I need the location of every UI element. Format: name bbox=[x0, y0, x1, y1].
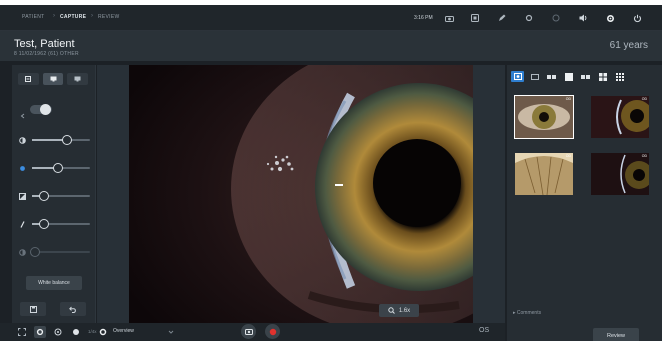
device-icon[interactable] bbox=[468, 11, 482, 25]
eye-badge: OD bbox=[565, 154, 571, 158]
slider-knob[interactable] bbox=[38, 219, 49, 229]
comments-label: Comments bbox=[516, 310, 542, 316]
zoom-level-text: 1.6x bbox=[398, 307, 411, 314]
record-mode-icon[interactable] bbox=[70, 326, 82, 338]
toggle-knob bbox=[40, 104, 51, 115]
eye-thumbnail bbox=[591, 96, 649, 138]
monitor-icon[interactable] bbox=[42, 73, 64, 85]
zoom-icon bbox=[388, 307, 395, 314]
auto-toggle[interactable] bbox=[30, 104, 52, 115]
slider-track bbox=[32, 219, 90, 229]
capture-mode-selector bbox=[18, 73, 89, 85]
dual-view-icon[interactable] bbox=[545, 71, 558, 82]
comments-section[interactable]: ▸ Comments bbox=[513, 310, 541, 316]
slider-knob[interactable] bbox=[53, 163, 64, 173]
slider-track bbox=[32, 163, 90, 173]
undo-icon[interactable] bbox=[60, 302, 86, 316]
four-up-icon[interactable] bbox=[596, 71, 609, 82]
clock-time: 3:16 PM bbox=[414, 15, 433, 21]
thumbnail-2[interactable]: OD bbox=[591, 96, 649, 138]
zoom-level-badge[interactable]: 1.6x bbox=[379, 304, 419, 317]
camera-icon[interactable] bbox=[442, 11, 456, 25]
slider-track bbox=[29, 247, 90, 257]
review-button[interactable]: Review bbox=[593, 328, 639, 341]
gear-icon[interactable] bbox=[97, 326, 109, 338]
white-balance-button[interactable]: White balance bbox=[26, 276, 82, 290]
filter-icon bbox=[18, 192, 26, 200]
fullscreen-icon[interactable] bbox=[16, 326, 28, 338]
captured-images-panel: OD OD OD OD ▸ Comments Review bbox=[507, 65, 662, 341]
eye-badge: OD bbox=[641, 97, 647, 101]
live-eye-image[interactable] bbox=[129, 65, 473, 323]
minus-icon[interactable] bbox=[18, 73, 39, 85]
save-icon[interactable] bbox=[20, 302, 46, 316]
thumbnail-3[interactable]: OD bbox=[515, 153, 573, 195]
patient-age: 61 years bbox=[609, 40, 648, 51]
diffuser-icon bbox=[18, 164, 26, 172]
breadcrumb-patient[interactable]: PATIENT bbox=[22, 14, 44, 20]
eye-badge: OD bbox=[641, 154, 647, 158]
filter-slider[interactable] bbox=[18, 190, 92, 202]
eye-image bbox=[129, 65, 473, 323]
preset-dropdown[interactable]: Overview bbox=[113, 328, 134, 334]
gear-icon[interactable] bbox=[603, 11, 617, 25]
camera-controls-panel: White balance bbox=[12, 65, 96, 323]
pen-icon[interactable] bbox=[495, 11, 509, 25]
two-up-icon[interactable] bbox=[579, 71, 592, 82]
power-icon[interactable] bbox=[630, 11, 644, 25]
slit-slider[interactable] bbox=[18, 218, 92, 230]
patient-name: Test, Patient bbox=[14, 38, 75, 50]
record-button[interactable] bbox=[265, 324, 280, 339]
contrast-icon bbox=[18, 248, 26, 256]
slider-knob[interactable] bbox=[61, 135, 72, 145]
target-icon[interactable] bbox=[52, 326, 64, 338]
light-icon[interactable] bbox=[549, 11, 563, 25]
eye-badge: OD bbox=[565, 97, 571, 101]
brightness-slider[interactable] bbox=[18, 134, 92, 146]
capture-button[interactable] bbox=[241, 324, 256, 339]
brightness-icon bbox=[18, 136, 26, 144]
view-toggle-bar bbox=[511, 71, 626, 83]
thumbnail-view-icon[interactable] bbox=[511, 71, 524, 82]
breadcrumb-separator: › bbox=[53, 13, 55, 19]
thumbnail-1[interactable]: OD bbox=[514, 95, 574, 139]
eye-side-label: OS bbox=[479, 327, 490, 334]
bottom-toolbar: 1/4x Overview OS bbox=[0, 323, 505, 341]
settings-icon[interactable] bbox=[522, 11, 536, 25]
eye-thumbnail bbox=[591, 153, 649, 195]
thumbnail-4[interactable]: OD bbox=[591, 153, 649, 195]
settings-icon[interactable] bbox=[34, 326, 46, 338]
slider-track bbox=[32, 191, 90, 201]
eye-thumbnail bbox=[515, 96, 573, 138]
magnification-ratio: 1/4x bbox=[88, 329, 97, 334]
top-bar: PATIENT › CAPTURE › REVIEW 3:16 PM bbox=[0, 5, 662, 31]
breadcrumb-review[interactable]: REVIEW bbox=[98, 14, 120, 20]
arrow-left-icon bbox=[20, 106, 26, 124]
slider-knob[interactable] bbox=[38, 191, 49, 201]
single-view-icon[interactable] bbox=[562, 71, 575, 82]
volume-icon[interactable] bbox=[576, 11, 590, 25]
breadcrumb-capture[interactable]: CAPTURE bbox=[60, 14, 86, 20]
diffuser-slider[interactable] bbox=[18, 162, 92, 174]
contrast-slider[interactable] bbox=[18, 246, 92, 258]
grid-view-icon[interactable] bbox=[613, 71, 626, 82]
eye-thumbnail bbox=[515, 153, 573, 195]
slider-knob[interactable] bbox=[29, 247, 40, 257]
chevron-down-icon[interactable] bbox=[165, 326, 177, 338]
patient-meta: 8 11/02/1962 (61) OTHER bbox=[14, 51, 79, 57]
capture-app: PATIENT › CAPTURE › REVIEW 3:16 PM Test,… bbox=[0, 5, 662, 341]
slider-track bbox=[32, 135, 90, 145]
patient-header: Test, Patient 8 11/02/1962 (61) OTHER 61… bbox=[0, 31, 662, 61]
strip-view-icon[interactable] bbox=[528, 71, 541, 82]
breadcrumb-separator: › bbox=[91, 13, 93, 19]
live-viewer: 1.6x bbox=[97, 65, 505, 323]
slit-icon bbox=[18, 220, 26, 228]
monitor-alt-icon[interactable] bbox=[67, 73, 89, 85]
